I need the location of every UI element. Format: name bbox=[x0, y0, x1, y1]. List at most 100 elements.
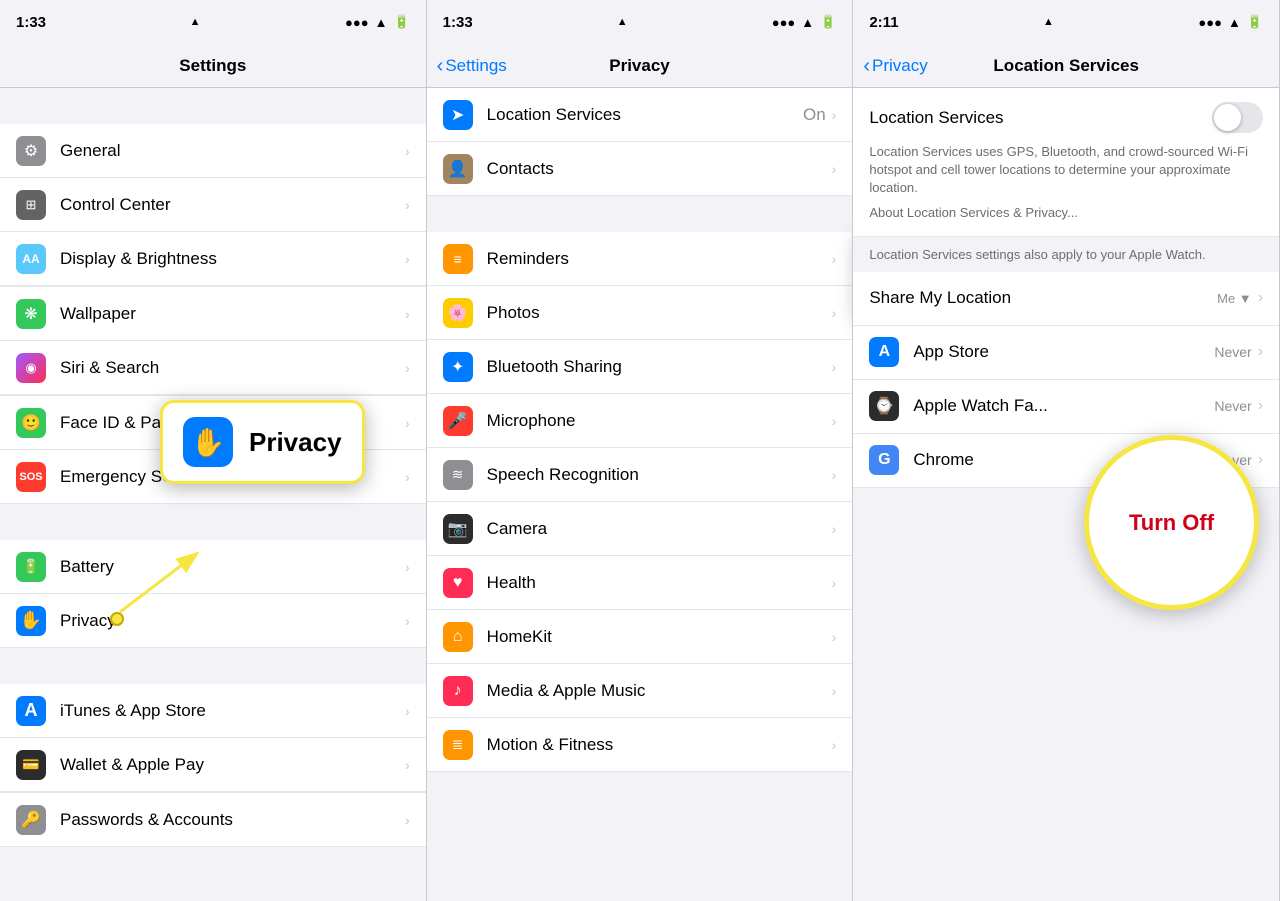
back-label-3[interactable]: Privacy bbox=[872, 56, 928, 76]
row-microphone[interactable]: 🎤 Microphone › bbox=[427, 394, 853, 448]
panel-privacy: 1:33 ▲ ●●● ▲ 🔋 ‹ Settings Privacy ➤ Loca… bbox=[427, 0, 854, 901]
privacy-row-icon: ✋ bbox=[16, 606, 46, 636]
toggle-knob bbox=[1214, 104, 1241, 131]
wallet-chevron: › bbox=[405, 757, 410, 773]
battery-chevron: › bbox=[405, 559, 410, 575]
privacy-yellow-dot bbox=[110, 612, 124, 631]
row-control-center[interactable]: ⊞ Control Center › bbox=[0, 178, 426, 232]
wallet-icon: 💳 bbox=[16, 750, 46, 780]
photos-icon: 🌸 bbox=[443, 298, 473, 328]
apple-watch-row[interactable]: ⌚ Apple Watch Fa... Never › bbox=[853, 380, 1279, 434]
loc-services-link[interactable]: About Location Services & Privacy... bbox=[869, 205, 1078, 220]
row-camera[interactable]: 📷 Camera › bbox=[427, 502, 853, 556]
row-privacy[interactable]: ✋ Privacy › bbox=[0, 594, 426, 648]
row-health[interactable]: ♥ Health › bbox=[427, 556, 853, 610]
wifi-icon-3: ▲ bbox=[1228, 15, 1241, 30]
siri-chevron: › bbox=[405, 360, 410, 376]
share-loc-chevron: › bbox=[1258, 289, 1263, 307]
siri-icon: ◉ bbox=[16, 353, 46, 383]
status-bar-1: 1:33 ▲ ●●● ▲ 🔋 bbox=[0, 0, 426, 44]
back-to-privacy[interactable]: ‹ Privacy bbox=[863, 56, 927, 76]
row-reminders[interactable]: ≡ Reminders › bbox=[427, 232, 853, 286]
chrome-icon: G bbox=[869, 445, 899, 475]
reminders-label: Reminders bbox=[487, 249, 832, 269]
location-chevron: › bbox=[832, 107, 837, 123]
status-icons-3: ●●● ▲ 🔋 bbox=[1198, 14, 1263, 30]
bluetooth-icon: ✦ bbox=[443, 352, 473, 382]
control-center-label: Control Center bbox=[60, 195, 405, 215]
privacy-popup-text: Privacy bbox=[249, 427, 342, 458]
back-label-2[interactable]: Settings bbox=[445, 56, 506, 76]
motion-icon: ≣ bbox=[443, 730, 473, 760]
row-wallpaper[interactable]: ❋ Wallpaper › bbox=[0, 287, 426, 341]
share-my-location-row[interactable]: Share My Location Me ▼ › bbox=[853, 272, 1279, 326]
row-speech[interactable]: ≋ Speech Recognition › bbox=[427, 448, 853, 502]
reminders-chevron: › bbox=[832, 251, 837, 267]
row-media[interactable]: ♪ Media & Apple Music › bbox=[427, 664, 853, 718]
passwords-label: Passwords & Accounts bbox=[60, 810, 405, 830]
apple-watch-icon: ⌚ bbox=[869, 391, 899, 421]
row-location[interactable]: ➤ Location Services On › bbox=[427, 88, 853, 142]
back-chevron-2: ‹ bbox=[437, 56, 444, 76]
battery-icon: 🔋 bbox=[393, 14, 409, 30]
wallet-label: Wallet & Apple Pay bbox=[60, 755, 405, 775]
app-store-chevron: › bbox=[1258, 343, 1263, 361]
homekit-label: HomeKit bbox=[487, 627, 832, 647]
row-homekit[interactable]: ⌂ HomeKit › bbox=[427, 610, 853, 664]
row-general[interactable]: ⚙ General › bbox=[0, 124, 426, 178]
contacts-label: Contacts bbox=[487, 159, 832, 179]
siri-label: Siri & Search bbox=[60, 358, 405, 378]
itunes-label: iTunes & App Store bbox=[60, 701, 405, 721]
location-arrow-3: ▲ bbox=[1043, 16, 1054, 28]
location-arrow-2: ▲ bbox=[617, 16, 628, 28]
turn-off-circle: Turn Off bbox=[1084, 435, 1259, 610]
general-icon: ⚙ bbox=[16, 136, 46, 166]
display-chevron: › bbox=[405, 251, 410, 267]
itunes-icon: A bbox=[16, 696, 46, 726]
settings-list: ⚙ General › ⊞ Control Center › AA Displa… bbox=[0, 88, 426, 901]
status-bar-3: 2:11 ▲ ●●● ▲ 🔋 bbox=[853, 0, 1279, 44]
row-contacts[interactable]: 👤 Contacts › bbox=[427, 142, 853, 196]
control-center-icon: ⊞ bbox=[16, 190, 46, 220]
status-bar-2: 1:33 ▲ ●●● ▲ 🔋 bbox=[427, 0, 853, 44]
row-display[interactable]: AA Display & Brightness › bbox=[0, 232, 426, 286]
app-store-row[interactable]: A App Store Never › bbox=[853, 326, 1279, 380]
contacts-chevron: › bbox=[832, 161, 837, 177]
row-battery[interactable]: 🔋 Battery › bbox=[0, 540, 426, 594]
row-passwords[interactable]: 🔑 Passwords & Accounts › bbox=[0, 793, 426, 847]
row-photos[interactable]: 🌸 Photos › bbox=[427, 286, 853, 340]
loc-title-row: Location Services bbox=[869, 102, 1263, 133]
apple-watch-value: Never bbox=[1214, 398, 1251, 414]
back-to-settings[interactable]: ‹ Settings bbox=[437, 56, 507, 76]
time-2: 1:33 bbox=[443, 14, 473, 31]
row-wallet[interactable]: 💳 Wallet & Apple Pay › bbox=[0, 738, 426, 792]
emergency-chevron: › bbox=[405, 469, 410, 485]
turn-off-circle-text: Turn Off bbox=[1129, 510, 1214, 536]
nav-title-1: Settings bbox=[179, 56, 246, 76]
battery-row-icon: 🔋 bbox=[16, 552, 46, 582]
bluetooth-label: Bluetooth Sharing bbox=[487, 357, 832, 377]
share-loc-value: Me ▼ bbox=[1217, 291, 1252, 306]
panel-settings: 1:33 ▲ ●●● ▲ 🔋 Settings ⚙ General › ⊞ Co… bbox=[0, 0, 427, 901]
contacts-icon: 👤 bbox=[443, 154, 473, 184]
row-motion[interactable]: ≣ Motion & Fitness › bbox=[427, 718, 853, 772]
row-siri[interactable]: ◉ Siri & Search › bbox=[0, 341, 426, 395]
row-bluetooth[interactable]: ✦ Bluetooth Sharing › bbox=[427, 340, 853, 394]
row-itunes[interactable]: A iTunes & App Store › bbox=[0, 684, 426, 738]
watch-note: Location Services settings also apply to… bbox=[853, 237, 1279, 272]
signal-icon-2: ●●● bbox=[772, 15, 796, 30]
status-icons-1: ●●● ▲ 🔋 bbox=[345, 14, 410, 30]
speech-label: Speech Recognition bbox=[487, 465, 832, 485]
signal-icon: ●●● bbox=[345, 15, 369, 30]
display-label: Display & Brightness bbox=[60, 249, 405, 269]
health-label: Health bbox=[487, 573, 832, 593]
nav-bar-2: ‹ Settings Privacy bbox=[427, 44, 853, 88]
privacy-list: ➤ Location Services On › 👤 Contacts › ≡ … bbox=[427, 88, 853, 901]
loc-services-desc: Location Services uses GPS, Bluetooth, a… bbox=[869, 143, 1263, 198]
homekit-icon: ⌂ bbox=[443, 622, 473, 652]
reminders-icon: ≡ bbox=[443, 244, 473, 274]
location-toggle[interactable] bbox=[1212, 102, 1263, 133]
photos-label: Photos bbox=[487, 303, 832, 323]
photos-chevron: › bbox=[832, 305, 837, 321]
apple-watch-label: Apple Watch Fa... bbox=[913, 396, 1214, 416]
